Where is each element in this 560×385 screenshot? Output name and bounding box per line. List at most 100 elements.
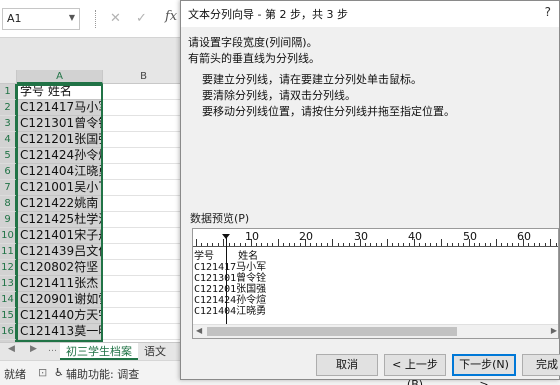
row-header[interactable]: 12	[0, 260, 17, 276]
tab-nav-prev-icon[interactable]: ◀	[8, 344, 15, 354]
help-icon[interactable]: ?	[545, 5, 551, 19]
row-header[interactable]: 4	[0, 132, 17, 148]
row-header[interactable]: 3	[0, 116, 17, 132]
instruction-create: 要建立分列线，请在要建立分列处单击鼠标。	[202, 73, 422, 86]
cell-b[interactable]	[103, 228, 185, 244]
cell-a[interactable]: 学号 姓名	[17, 84, 102, 100]
ruler-tick	[556, 243, 557, 246]
cell-a[interactable]: C121425杜学江	[17, 212, 102, 228]
cell-b[interactable]	[103, 308, 185, 324]
select-all-corner[interactable]	[0, 70, 17, 84]
ruler-tick	[512, 243, 513, 246]
cell-a[interactable]: C121439吕文伟	[17, 244, 102, 260]
column-header-a[interactable]: A	[17, 70, 103, 84]
ruler-tick	[343, 243, 344, 246]
cell-a[interactable]: C121411张杰	[17, 276, 102, 292]
preview-line: C121404江晓勇	[194, 306, 267, 317]
insert-function-icon[interactable]: fx	[165, 9, 177, 24]
row-header[interactable]: 9	[0, 212, 17, 228]
cell-a[interactable]: C121001吴小飞	[17, 180, 102, 196]
cell-b[interactable]	[103, 180, 185, 196]
ruler-tick	[289, 243, 290, 246]
cell-a[interactable]: C121401宋子丹	[17, 228, 102, 244]
row-header[interactable]: 8	[0, 196, 17, 212]
row-header[interactable]: 14	[0, 292, 17, 308]
row-header[interactable]: 6	[0, 164, 17, 180]
cell-a[interactable]: C121301曾令铨	[17, 116, 102, 132]
cell-a[interactable]: C121413莫一明	[17, 324, 102, 340]
cell-a[interactable]: C121201张国强	[17, 132, 102, 148]
cell-b[interactable]	[103, 292, 185, 308]
row-header[interactable]: 2	[0, 100, 17, 116]
ruler-tick	[452, 243, 453, 246]
cell-b[interactable]	[103, 116, 185, 132]
row-header[interactable]: 10	[0, 228, 17, 244]
ruler-tick	[240, 243, 241, 246]
cell-b[interactable]	[103, 100, 185, 116]
cell-b[interactable]	[103, 324, 185, 340]
cell-a[interactable]: C121424孙令煊	[17, 148, 102, 164]
ruler-tick	[496, 239, 497, 246]
cell-b[interactable]	[103, 164, 185, 180]
row-header[interactable]: 11	[0, 244, 17, 260]
row-header[interactable]: 5	[0, 148, 17, 164]
cell-b[interactable]	[103, 148, 185, 164]
data-preview-box[interactable]: 10203040506070 学号 姓名C121417马小军C121301曾令铨…	[192, 228, 559, 339]
tab-more-icon[interactable]: …	[48, 344, 57, 354]
sheet-tab-students[interactable]: 初三学生档案	[60, 343, 138, 360]
cell-b[interactable]	[103, 84, 185, 100]
column-header-b[interactable]: B	[103, 70, 185, 84]
ruler-tick	[338, 243, 339, 246]
ruler-tick	[256, 243, 257, 246]
status-accessibility[interactable]: 辅助功能: 调查	[66, 366, 139, 382]
ruler-tick	[196, 239, 197, 246]
preview-line: 学号 姓名	[194, 251, 259, 262]
finish-button[interactable]: 完成	[522, 354, 560, 376]
cell-a[interactable]: C120802符坚	[17, 260, 102, 276]
ruler-tick	[550, 239, 551, 246]
row-header[interactable]: 15	[0, 308, 17, 324]
macro-record-icon[interactable]: ⊡	[38, 366, 47, 379]
cancel-formula-icon[interactable]: ✕	[110, 11, 121, 26]
cancel-button[interactable]: 取消	[316, 354, 378, 376]
cell-b[interactable]	[103, 212, 185, 228]
row-header[interactable]: 7	[0, 180, 17, 196]
scrollbar-thumb[interactable]	[207, 327, 457, 336]
status-ready: 就绪	[4, 368, 26, 381]
ruler-tick	[223, 239, 224, 246]
row-header[interactable]: 13	[0, 276, 17, 292]
name-box[interactable]: A1 ▼	[2, 8, 80, 30]
cell-a[interactable]: C121417马小军	[17, 100, 102, 116]
chevron-down-icon[interactable]: ▼	[69, 13, 75, 22]
row-header[interactable]: 16	[0, 324, 17, 340]
sheet-tab-chinese[interactable]: 语文	[138, 343, 172, 360]
ruler-tick	[518, 243, 519, 246]
cell-a[interactable]: C121404江晓勇	[17, 164, 102, 180]
column-break-arrow-icon[interactable]	[222, 234, 230, 239]
accessibility-icon: ♿	[54, 366, 64, 379]
cell-a[interactable]: C121422姚南	[17, 196, 102, 212]
cell-b[interactable]	[103, 132, 185, 148]
preview-line: C121301曾令铨	[194, 273, 267, 284]
cell-b[interactable]	[103, 196, 185, 212]
worksheet-grid[interactable]: A B 1 学号 姓名 2 C121417马小军 3 C121301曾令铨 4 C121201…	[0, 70, 185, 342]
cell-a[interactable]: C120901谢如雪	[17, 292, 102, 308]
ruler-number: 20	[299, 230, 313, 243]
ruler-tick	[212, 243, 213, 246]
cell-b[interactable]	[103, 276, 185, 292]
next-button[interactable]: 下一步(N) >	[452, 354, 516, 385]
ruler-tick	[425, 243, 426, 246]
ruler-tick	[436, 243, 437, 246]
cell-a[interactable]: C121440方天宇	[17, 308, 102, 324]
back-button[interactable]: < 上一步(B)	[384, 354, 446, 385]
tab-nav-next-icon[interactable]: ▶	[30, 344, 37, 354]
row-header[interactable]: 1	[0, 84, 17, 100]
column-ruler[interactable]: 10203040506070	[193, 229, 558, 247]
cell-b[interactable]	[103, 260, 185, 276]
preview-horizontal-scrollbar[interactable]: ◀ ▶	[193, 324, 558, 338]
ruler-tick	[207, 243, 208, 246]
cell-b[interactable]	[103, 244, 185, 260]
scroll-right-icon[interactable]: ▶	[551, 326, 557, 335]
scroll-left-icon[interactable]: ◀	[196, 326, 202, 335]
enter-formula-icon[interactable]: ✓	[136, 11, 147, 26]
